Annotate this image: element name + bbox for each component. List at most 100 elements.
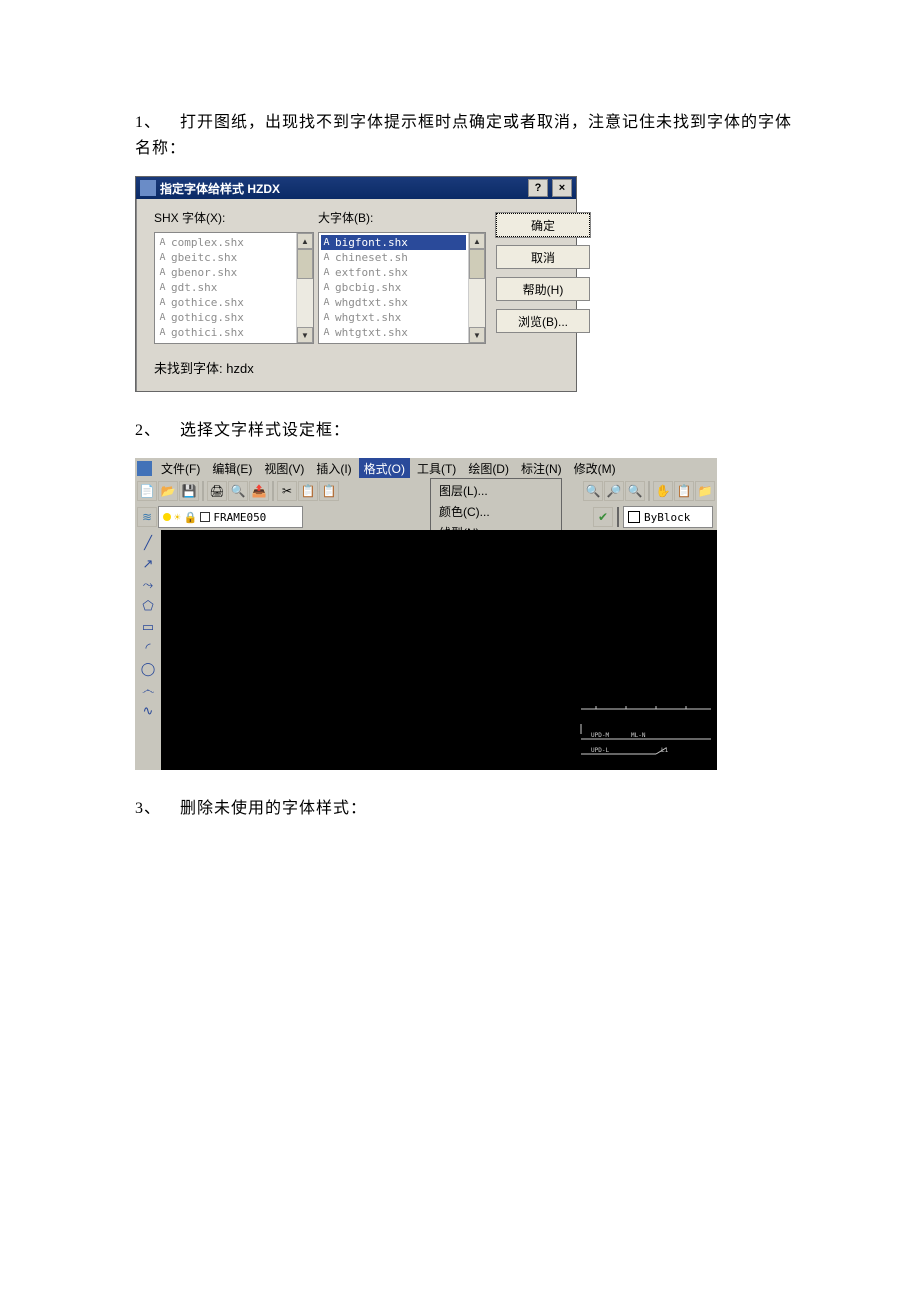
color-selector[interactable]: ByBlock xyxy=(623,506,713,528)
cut-icon[interactable]: ✂ xyxy=(277,481,297,501)
font-not-found-label: 未找到字体: xyxy=(154,361,223,376)
wire-label: UPD-L xyxy=(591,747,609,754)
color-swatch xyxy=(628,511,640,523)
menubar: 文件(F) 编辑(E) 视图(V) 插入(I) 格式(O) 工具(T) 绘图(D… xyxy=(135,458,717,478)
copy-icon[interactable]: 📋 xyxy=(298,481,318,501)
new-file-icon[interactable]: 📄 xyxy=(137,481,157,501)
scroll-track[interactable] xyxy=(297,249,313,327)
toolbar-right: 🔍 🔎 🔍 ✋ 📋 📁 xyxy=(581,478,717,504)
close-icon[interactable]: × xyxy=(552,179,572,197)
scroll-thumb[interactable] xyxy=(469,249,485,279)
cancel-button[interactable]: 取消 xyxy=(496,245,590,269)
help-icon[interactable]: ? xyxy=(528,179,548,197)
scroll-down-icon[interactable]: ▼ xyxy=(297,327,313,343)
scroll-thumb[interactable] xyxy=(297,249,313,279)
font-icon: A xyxy=(321,252,332,263)
wire-label: UPD-M xyxy=(591,732,609,739)
list-item[interactable]: Agdt.shx xyxy=(157,280,294,295)
scroll-track[interactable] xyxy=(469,249,485,327)
revision-cloud-icon[interactable]: ෴ xyxy=(139,681,157,699)
menu-edit[interactable]: 编辑(E) xyxy=(207,458,257,479)
scroll-up-icon[interactable]: ▲ xyxy=(469,233,485,249)
bigfont-listbox[interactable]: Abigfont.shx Achineset.sh Aextfont.shx A… xyxy=(318,232,486,344)
menu-view[interactable]: 视图(V) xyxy=(259,458,309,479)
layers-icon[interactable]: ≋ xyxy=(137,507,157,527)
list-item[interactable]: Achineset.sh xyxy=(321,250,466,265)
font-icon: A xyxy=(321,267,332,278)
publish-icon[interactable]: 📤 xyxy=(249,481,269,501)
list-item[interactable]: Awhgtxt.shx xyxy=(321,310,466,325)
toolbar-separator xyxy=(202,481,204,501)
bigfont-label: 大字体(B): xyxy=(318,209,486,226)
list-item[interactable]: Awhtgtxt.shx xyxy=(321,325,466,340)
menu-item-color[interactable]: 颜色(C)... xyxy=(431,501,561,522)
properties-icon[interactable]: 📋 xyxy=(674,481,694,501)
scrollbar[interactable]: ▲ ▼ xyxy=(468,233,485,343)
menu-tools[interactable]: 工具(T) xyxy=(412,458,461,479)
open-icon[interactable]: 📂 xyxy=(158,481,178,501)
dialog-titlebar[interactable]: 指定字体给样式 HZDX ? × xyxy=(136,177,576,199)
font-icon: A xyxy=(157,252,168,263)
autocad-window: 文件(F) 编辑(E) 视图(V) 插入(I) 格式(O) 工具(T) 绘图(D… xyxy=(135,458,717,770)
wire-label: ML-N xyxy=(631,732,646,739)
autocad-app-icon xyxy=(137,461,152,476)
scroll-up-icon[interactable]: ▲ xyxy=(297,233,313,249)
polygon-tool-icon[interactable]: ⬠ xyxy=(139,597,157,615)
circle-tool-icon[interactable]: ◯ xyxy=(139,660,157,678)
step3-text: 删除未使用的字体样式： xyxy=(180,800,367,817)
preview-icon[interactable]: 🔍 xyxy=(228,481,248,501)
make-current-icon[interactable]: ✔ xyxy=(593,507,613,527)
ok-button[interactable]: 确定 xyxy=(496,213,590,237)
zoom-window-icon[interactable]: 🔍 xyxy=(583,481,603,501)
font-not-found-name: hzdx xyxy=(226,361,253,376)
menu-file[interactable]: 文件(F) xyxy=(156,458,205,479)
print-icon[interactable]: 🖨 xyxy=(207,481,227,501)
zoom-realtime-icon[interactable]: 🔎 xyxy=(604,481,624,501)
step1-text: 打开图纸，出现找不到字体提示框时点确定或者取消，注意记住未找到字体的字体名称： xyxy=(135,114,792,157)
layer-selector[interactable]: ☀ 🔒 FRAME050 xyxy=(158,506,303,528)
pan-icon[interactable]: ✋ xyxy=(653,481,673,501)
polyline-tool-icon[interactable]: ⤳ xyxy=(139,576,157,594)
list-item[interactable]: Acomplex.shx xyxy=(157,235,294,250)
rectangle-tool-icon[interactable]: ▭ xyxy=(139,618,157,636)
paste-icon[interactable]: 📋 xyxy=(319,481,339,501)
shx-font-label: SHX 字体(X): xyxy=(154,209,314,226)
design-center-icon[interactable]: 📁 xyxy=(695,481,715,501)
browse-button[interactable]: 浏览(B)... xyxy=(496,309,590,333)
list-item[interactable]: Agbenor.shx xyxy=(157,265,294,280)
arc-tool-icon[interactable]: ◜ xyxy=(139,639,157,657)
list-item[interactable]: Agothicg.shx xyxy=(157,310,294,325)
list-item[interactable]: Agbeitc.shx xyxy=(157,250,294,265)
menu-insert[interactable]: 插入(I) xyxy=(311,458,356,479)
font-icon: A xyxy=(321,312,332,323)
menu-format[interactable]: 格式(O) xyxy=(359,458,410,479)
font-icon: A xyxy=(157,312,168,323)
toolbar-separator xyxy=(648,481,650,501)
draw-toolbar: ╱ ↗ ⤳ ⬠ ▭ ◜ ◯ ෴ ∿ xyxy=(135,530,161,770)
list-item[interactable]: Agothici.shx xyxy=(157,325,294,340)
shx-font-listbox[interactable]: Acomplex.shx Agbeitc.shx Agbenor.shx Agd… xyxy=(154,232,314,344)
spline-tool-icon[interactable]: ∿ xyxy=(139,702,157,720)
list-item[interactable]: Agbcbig.shx xyxy=(321,280,466,295)
list-item[interactable]: Abigfont.shx xyxy=(321,235,466,250)
menu-dimension[interactable]: 标注(N) xyxy=(516,458,567,479)
help-button[interactable]: 帮助(H) xyxy=(496,277,590,301)
scrollbar[interactable]: ▲ ▼ xyxy=(296,233,313,343)
scroll-down-icon[interactable]: ▼ xyxy=(469,327,485,343)
dialog-title: 指定字体给样式 HZDX xyxy=(160,180,524,197)
list-item[interactable]: Agothice.shx xyxy=(157,295,294,310)
drawing-canvas[interactable]: UPD-M ML-N UPD-L L1 xyxy=(161,530,717,770)
construction-line-icon[interactable]: ↗ xyxy=(139,555,157,573)
save-icon[interactable]: 💾 xyxy=(179,481,199,501)
line-tool-icon[interactable]: ╱ xyxy=(139,534,157,552)
menu-modify[interactable]: 修改(M) xyxy=(569,458,621,479)
drawing-content: UPD-M ML-N UPD-L L1 xyxy=(576,704,711,764)
menu-draw[interactable]: 绘图(D) xyxy=(463,458,514,479)
color-name: ByBlock xyxy=(644,511,690,524)
list-item[interactable]: Aextfont.shx xyxy=(321,265,466,280)
menu-item-layer[interactable]: 图层(L)... xyxy=(431,480,561,501)
layer-name: FRAME050 xyxy=(213,511,266,524)
step2-number: 2、 xyxy=(135,418,180,444)
zoom-previous-icon[interactable]: 🔍 xyxy=(625,481,645,501)
list-item[interactable]: Awhgdtxt.shx xyxy=(321,295,466,310)
